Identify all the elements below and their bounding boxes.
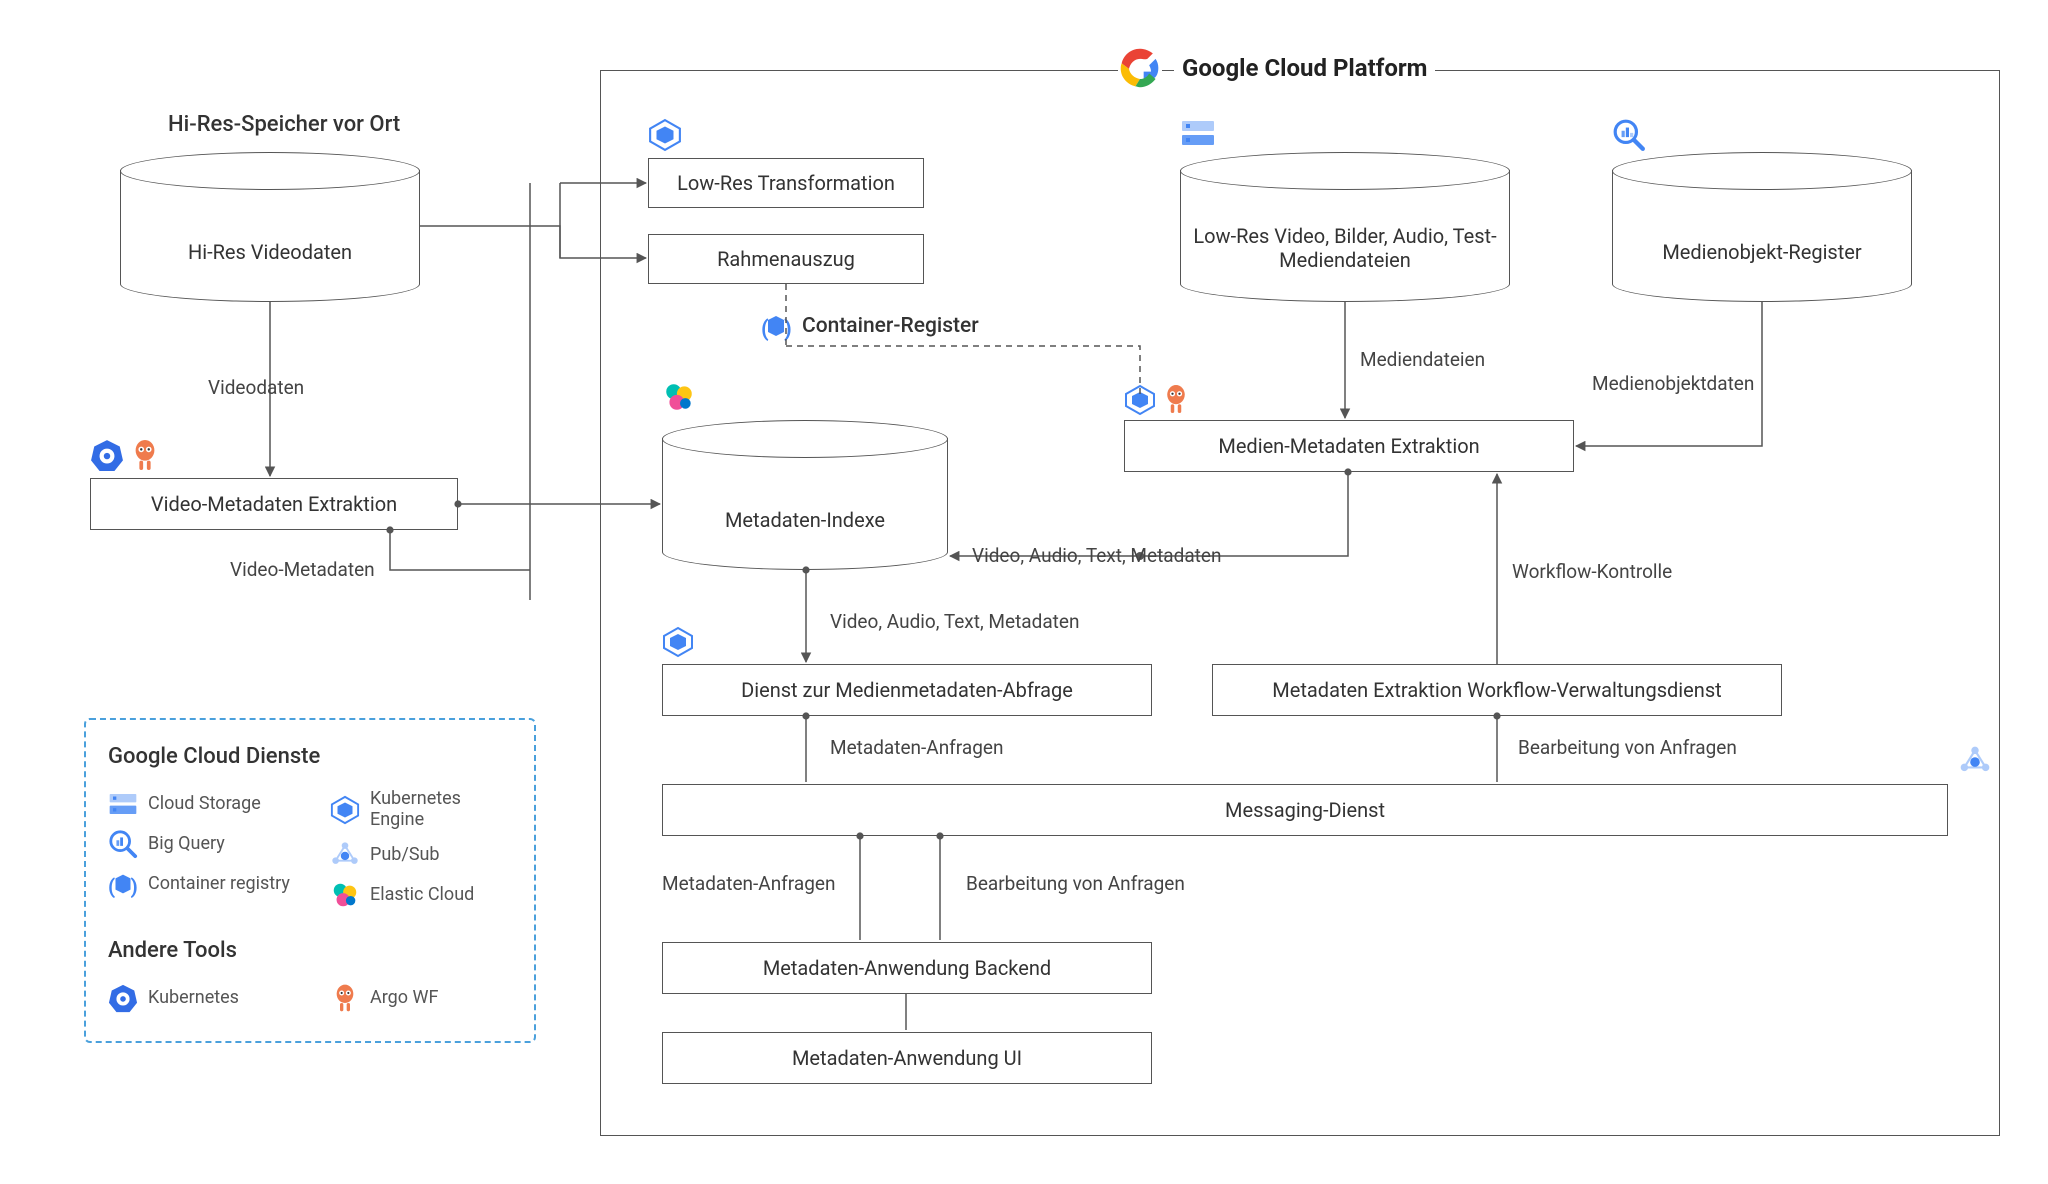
elastic-cloud-icon: [662, 380, 696, 414]
edge-videodaten: Videodaten: [208, 376, 304, 399]
edge-meta-requests: Metadaten-Anfragen: [830, 736, 1003, 759]
kubernetes-icon: [90, 438, 124, 472]
edge-vatm2: Video, Audio, Text, Metadaten: [830, 610, 1079, 633]
lowres-media: Low-Res Video, Bilder, Audio, Test-Medie…: [1180, 152, 1510, 302]
media-meta-extract: Medien-Metadaten Extraktion: [1124, 420, 1574, 472]
legend: Google Cloud Dienste Cloud Storage Big Q…: [84, 718, 536, 1043]
media-obj-register-label: Medienobjekt-Register: [1612, 212, 1912, 292]
container-registry-icon: (): [760, 310, 792, 342]
messaging-svc: Messaging-Dienst: [662, 784, 1948, 836]
onprem-title: Hi-Res-Speicher vor Ort: [168, 112, 400, 137]
elastic-cloud-icon: [330, 880, 360, 910]
svg-text:): ): [131, 875, 138, 899]
legend-cloud-storage: Cloud Storage: [148, 794, 261, 815]
kubernetes-icon: [108, 983, 138, 1013]
edge-mediendateien: Mediendateien: [1360, 348, 1485, 371]
legend-argo: Argo WF: [370, 988, 438, 1009]
lowres-transform: Low-Res Transformation: [648, 158, 924, 208]
meta-app-backend: Metadaten-Anwendung Backend: [662, 942, 1152, 994]
argo-icon: [130, 438, 160, 472]
meta-workflow-svc: Metadaten Extraktion Workflow-Verwaltung…: [1212, 664, 1782, 716]
pubsub-icon: [330, 840, 360, 870]
edge-proc-requests: Bearbeitung von Anfragen: [1518, 736, 1737, 759]
big-query-icon: [108, 829, 138, 859]
big-query-icon: [1612, 118, 1646, 152]
container-registry-icon: (): [108, 869, 138, 899]
meta-query-svc: Dienst zur Medienmetadaten-Abfrage: [662, 664, 1152, 716]
video-meta-extract: Video-Metadaten Extraktion: [90, 478, 458, 530]
container-register-label: Container-Register: [802, 314, 979, 338]
legend-pubsub: Pub/Sub: [370, 845, 440, 866]
edge-meta-requests2: Metadaten-Anfragen: [662, 872, 835, 895]
architecture-diagram: Google Cloud Platform Hi-Res-Speicher vo…: [0, 0, 2048, 1184]
cloud-storage-icon: [108, 789, 138, 819]
edge-workflow-ctrl: Workflow-Kontrolle: [1512, 560, 1672, 583]
google-cloud-icon: [1118, 46, 1162, 90]
media-obj-register: Medienobjekt-Register: [1612, 152, 1912, 302]
edge-video-metadata: Video-Metadaten: [230, 558, 375, 581]
edge-vatm: Video, Audio, Text, Metadaten: [972, 544, 1221, 567]
svg-text:(: (: [108, 875, 115, 899]
pubsub-icon: [1958, 744, 1992, 778]
metadata-index-label: Metadaten-Indexe: [662, 480, 948, 560]
legend-other-title: Andere Tools: [108, 938, 512, 963]
gcp-title: Google Cloud Platform: [1174, 54, 1435, 82]
lowres-media-label: Low-Res Video, Bilder, Audio, Test-Medie…: [1180, 204, 1510, 292]
kubernetes-engine-icon: [662, 626, 694, 658]
legend-container-registry: Container registry: [148, 874, 290, 895]
kubernetes-engine-icon: [330, 795, 360, 825]
svg-text:): ): [784, 317, 792, 342]
svg-text:(: (: [761, 317, 769, 342]
meta-app-ui: Metadaten-Anwendung UI: [662, 1032, 1152, 1084]
legend-elastic-cloud: Elastic Cloud: [370, 885, 474, 906]
metadata-index: Metadaten-Indexe: [662, 420, 948, 570]
rahmenauszug: Rahmenauszug: [648, 234, 924, 284]
edge-medienobjektdaten: Medienobjektdaten: [1592, 372, 1754, 395]
hires-db: Hi-Res Videodaten: [120, 152, 420, 302]
legend-big-query: Big Query: [148, 834, 225, 855]
argo-icon: [330, 983, 360, 1013]
kubernetes-engine-icon: [648, 118, 682, 152]
cloud-storage-icon: [1180, 118, 1216, 148]
kubernetes-engine-icon: [1124, 384, 1156, 416]
legend-gc-title: Google Cloud Dienste: [108, 744, 512, 769]
hires-db-label: Hi-Res Videodaten: [120, 212, 420, 292]
legend-kubernetes-engine: Kubernetes Engine: [370, 789, 512, 830]
legend-kubernetes: Kubernetes: [148, 988, 239, 1009]
argo-icon: [1162, 382, 1190, 416]
edge-proc-requests2: Bearbeitung von Anfragen: [966, 872, 1185, 895]
